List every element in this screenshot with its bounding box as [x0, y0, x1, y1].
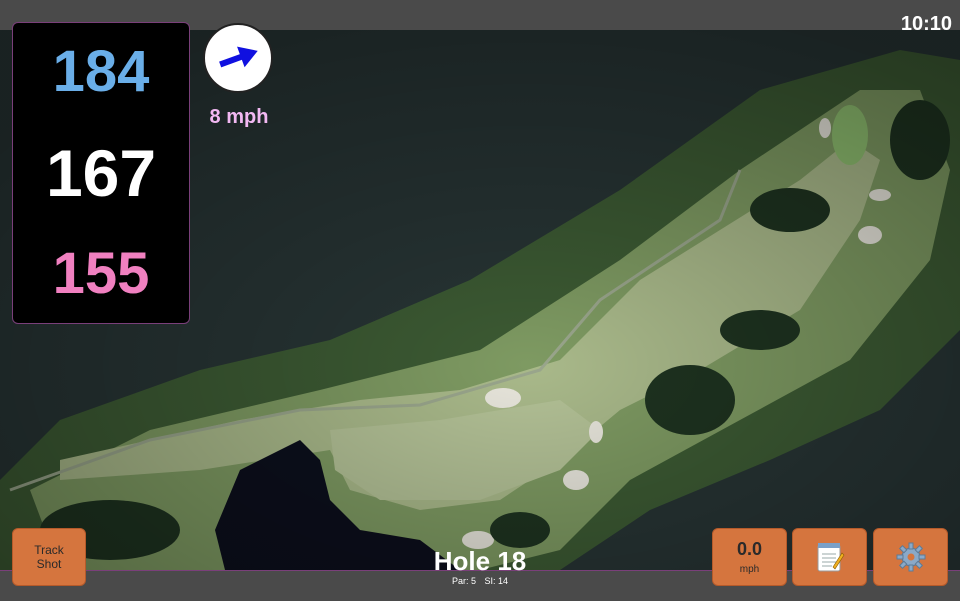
settings-button[interactable] — [873, 528, 948, 586]
front-distance: 155 — [52, 241, 150, 307]
track-shot-label: Track Shot — [34, 543, 64, 571]
speed-value: 0.0 — [736, 538, 763, 559]
speed-unit: mph — [739, 563, 760, 575]
center-distance: 167 — [45, 135, 157, 210]
notepad-icon — [817, 543, 844, 572]
wind-speed: 8 mph — [209, 106, 269, 128]
wind-indicator — [203, 23, 273, 93]
hole-stroke-index: SI: 14 — [484, 576, 509, 586]
back-distance: 184 — [52, 38, 150, 104]
hole-par: Par: 5 — [451, 576, 476, 586]
track-shot-button[interactable]: Track Shot — [12, 528, 86, 586]
hole-title: Hole 18 — [433, 546, 527, 576]
gear-icon — [896, 542, 925, 572]
distance-panel: 184 167 155 — [12, 22, 190, 324]
notes-button[interactable] — [792, 528, 867, 586]
wind-arrow-icon — [219, 46, 258, 68]
speed-button[interactable]: 0.0 mph — [712, 528, 787, 586]
hole-info: Par: 5 SI: 14 — [400, 577, 560, 586]
